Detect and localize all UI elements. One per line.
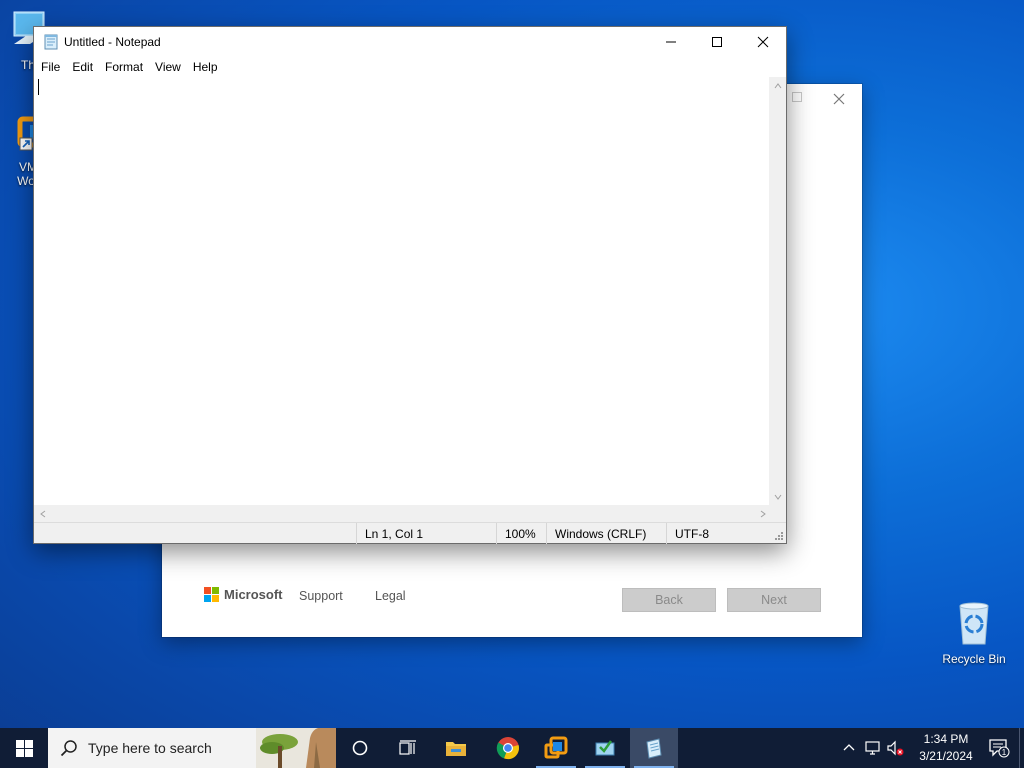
notification-count: 1: [1002, 748, 1007, 757]
menu-edit[interactable]: Edit: [66, 57, 99, 77]
taskbar-file-explorer[interactable]: [432, 728, 480, 768]
resize-grip-icon[interactable]: [774, 531, 784, 541]
search-icon: [60, 740, 77, 757]
recycle-bin-icon: [959, 602, 989, 645]
cortana-icon: [352, 740, 368, 756]
taskbar-task-view[interactable]: [384, 728, 432, 768]
status-bar: Ln 1, Col 1 100% Windows (CRLF) UTF-8: [34, 522, 786, 544]
notification-icon: 1: [989, 739, 1010, 758]
support-link[interactable]: Support: [299, 589, 343, 603]
scroll-down-arrow-icon[interactable]: [769, 488, 786, 505]
status-zoom: 100%: [496, 523, 546, 544]
text-caret: [38, 79, 39, 95]
clock[interactable]: 1:34 PM 3/21/2024: [910, 731, 982, 765]
vmware-icon: [544, 736, 568, 759]
logo-square-green: [212, 587, 219, 594]
taskbar: Type here to search 1:34 PM 3/21/2024 1: [0, 728, 1024, 768]
logo-square-blue: [204, 595, 211, 602]
status-encoding: UTF-8: [666, 523, 766, 544]
action-center-button[interactable]: 1: [988, 738, 1010, 758]
network-icon[interactable]: [864, 739, 882, 757]
horizontal-scrollbar[interactable]: [34, 505, 771, 522]
menu-bar: File Edit Format View Help: [34, 57, 786, 77]
window-title: Untitled - Notepad: [64, 35, 161, 49]
maximize-icon: [712, 37, 722, 47]
notepad-window: Untitled - Notepad File Edit Format View…: [33, 26, 787, 544]
legal-link[interactable]: Legal: [375, 589, 406, 603]
close-icon: [757, 36, 769, 48]
close-icon: [833, 93, 845, 105]
menu-file[interactable]: File: [34, 57, 66, 77]
back-button[interactable]: Back: [622, 588, 716, 612]
desktop-icon-label: Recycle Bin: [942, 652, 1006, 666]
desktop-icon-recycle-bin[interactable]: Recycle Bin: [936, 600, 1012, 666]
logo-square-red: [204, 587, 211, 594]
minimize-icon: [666, 41, 676, 43]
close-button[interactable]: [828, 88, 850, 110]
vertical-scrollbar[interactable]: [769, 77, 786, 505]
notepad-icon: [646, 738, 662, 759]
start-button[interactable]: [0, 728, 48, 768]
scroll-up-arrow-icon[interactable]: [769, 77, 786, 94]
clock-date: 3/21/2024: [919, 749, 973, 763]
clock-time: 1:34 PM: [923, 732, 969, 746]
status-line-ending: Windows (CRLF): [546, 523, 666, 544]
file-explorer-icon: [446, 742, 466, 756]
menu-help[interactable]: Help: [187, 57, 224, 77]
chrome-icon: [496, 737, 519, 760]
title-bar[interactable]: Untitled - Notepad: [34, 27, 786, 57]
windows-logo-icon: [15, 739, 33, 757]
taskbar-notepad[interactable]: [630, 728, 678, 768]
microsoft-logo: Microsoft: [204, 587, 283, 602]
task-view-icon: [399, 740, 416, 755]
maximize-icon[interactable]: [792, 92, 802, 102]
next-button[interactable]: Next: [727, 588, 821, 612]
chevron-up-icon[interactable]: [840, 739, 858, 757]
show-desktop-button[interactable]: [1019, 728, 1024, 768]
microsoft-logo-icon: [204, 587, 219, 602]
taskbar-vmware[interactable]: [532, 728, 580, 768]
setup-footer: Microsoft Support Legal Back Next: [162, 584, 862, 614]
menu-view[interactable]: View: [149, 57, 187, 77]
status-cursor-position: Ln 1, Col 1: [356, 523, 496, 544]
microsoft-brand-text: Microsoft: [224, 587, 283, 602]
text-editor[interactable]: [34, 77, 771, 505]
logo-square-yellow: [212, 595, 219, 602]
taskbar-cortana[interactable]: [336, 728, 384, 768]
volume-muted-icon[interactable]: [886, 739, 904, 757]
search-highlight-illustration-icon: [256, 728, 336, 768]
search-placeholder: Type here to search: [88, 740, 212, 756]
menu-format[interactable]: Format: [99, 57, 149, 77]
app-icon: [595, 740, 615, 756]
maximize-button[interactable]: [694, 27, 740, 57]
scroll-left-arrow-icon[interactable]: [34, 505, 51, 522]
scrollbar-corner: [769, 505, 786, 522]
taskbar-chrome[interactable]: [484, 728, 532, 768]
close-button[interactable]: [740, 27, 786, 57]
taskbar-app[interactable]: [581, 728, 629, 768]
minimize-button[interactable]: [648, 27, 694, 57]
taskbar-search-box[interactable]: Type here to search: [48, 728, 336, 768]
notepad-icon: [44, 34, 58, 50]
